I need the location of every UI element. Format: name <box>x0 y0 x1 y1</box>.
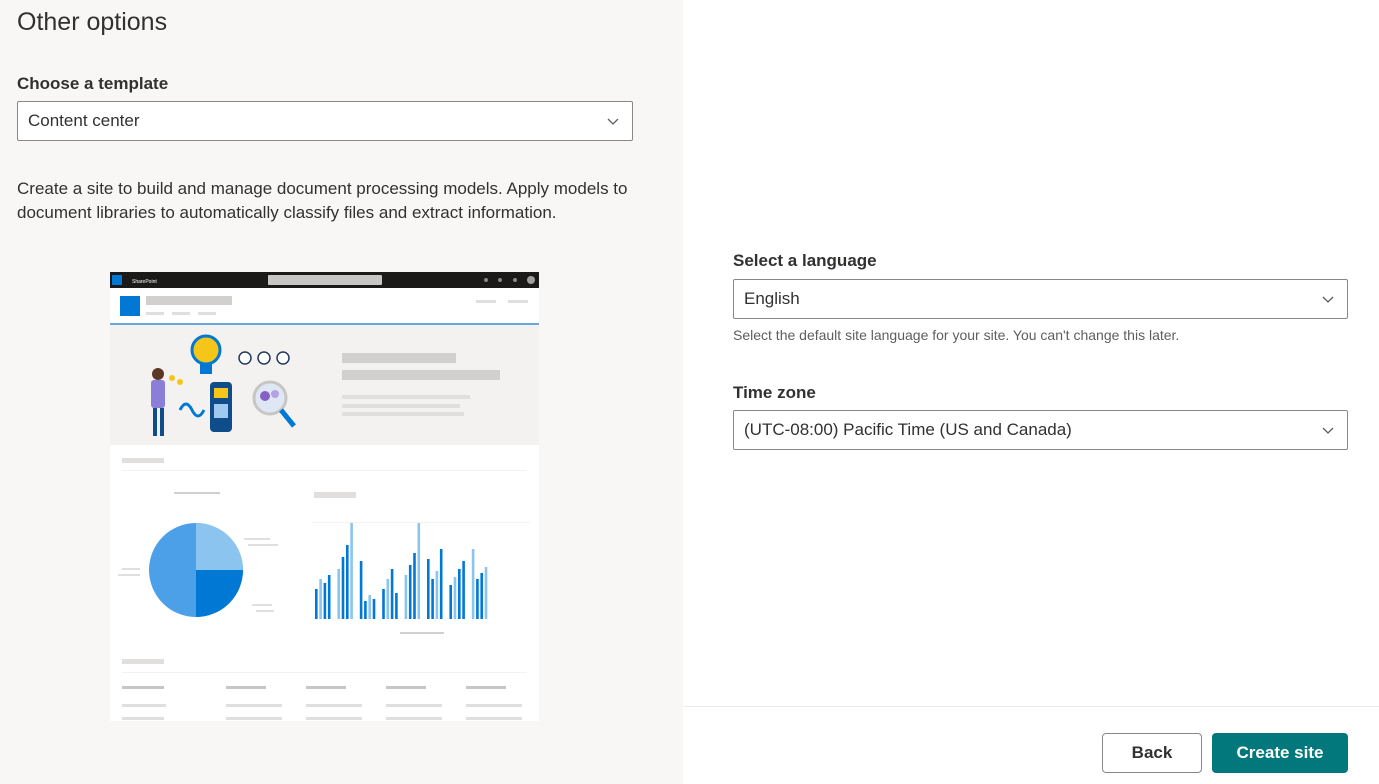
preview-bar <box>395 593 398 619</box>
preview-bar <box>390 569 394 619</box>
language-label: Select a language <box>733 251 877 270</box>
template-preview-image: SharePoint <box>110 272 539 721</box>
chevron-down-icon <box>1322 427 1334 434</box>
preview-bar <box>408 565 412 619</box>
preview-bar <box>453 577 457 619</box>
chevron-down-icon <box>607 118 619 125</box>
preview-bars <box>315 523 488 619</box>
preview-bar <box>315 589 318 619</box>
back-button[interactable]: Back <box>1102 733 1202 773</box>
language-dropdown[interactable]: English <box>733 279 1348 319</box>
preview-bar <box>382 589 385 619</box>
preview-bar <box>435 571 439 619</box>
preview-app-name: SharePoint <box>132 279 157 285</box>
template-value: Content center <box>28 111 140 130</box>
preview-bar <box>484 567 488 619</box>
timezone-value: (UTC-08:00) Pacific Time (US and Canada) <box>744 420 1072 439</box>
preview-bar <box>359 561 363 619</box>
preview-bar <box>386 579 390 619</box>
preview-bar <box>480 573 483 619</box>
preview-illustration: SharePoint <box>110 272 539 720</box>
preview-bar <box>372 599 376 619</box>
preview-bar <box>337 569 340 619</box>
preview-bar <box>319 579 322 619</box>
preview-bar <box>404 575 408 619</box>
preview-bar <box>427 559 430 619</box>
preview-bar <box>346 545 349 619</box>
preview-bar <box>368 595 371 619</box>
template-dropdown[interactable]: Content center <box>17 101 633 141</box>
panel-title: Other options <box>17 8 168 36</box>
preview-bar <box>449 585 452 619</box>
preview-bar <box>476 579 479 619</box>
template-description: Create a site to build and manage docume… <box>17 179 628 222</box>
preview-bar <box>462 561 465 619</box>
chevron-down-icon <box>1322 296 1334 303</box>
preview-bar <box>439 549 443 619</box>
preview-bar <box>413 553 416 619</box>
preview-bar <box>364 601 367 619</box>
preview-bar <box>471 549 475 619</box>
language-value: English <box>744 289 800 308</box>
preview-bar <box>327 575 331 619</box>
preview-bar <box>341 557 345 619</box>
timezone-label: Time zone <box>733 383 816 402</box>
preview-bar <box>431 579 434 619</box>
footer-divider <box>683 706 1379 707</box>
left-panel: Other options Choose a template Content … <box>0 0 683 784</box>
preview-bar <box>323 583 327 619</box>
preview-bar <box>458 569 461 619</box>
language-hint: Select the default site language for you… <box>733 327 1180 343</box>
timezone-dropdown[interactable]: (UTC-08:00) Pacific Time (US and Canada) <box>733 410 1348 450</box>
preview-bar <box>350 523 353 619</box>
create-site-button[interactable]: Create site <box>1212 733 1348 773</box>
preview-bar <box>417 523 421 619</box>
template-label: Choose a template <box>17 74 169 93</box>
